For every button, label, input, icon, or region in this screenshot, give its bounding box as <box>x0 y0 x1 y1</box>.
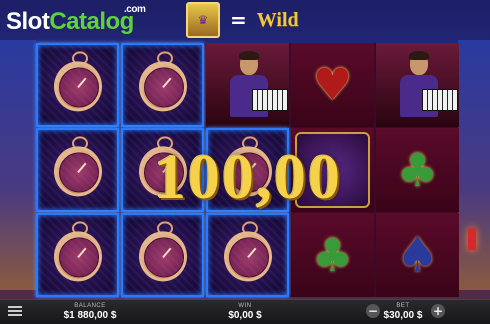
pianist-icon <box>212 49 288 121</box>
menu-icon[interactable] <box>8 306 22 317</box>
reel-cell-pocket-watch <box>206 213 289 297</box>
logo-slot-text: Slot <box>6 8 50 35</box>
wild-legend: ♛ = Wild <box>186 2 299 38</box>
background-left-scenery <box>0 40 36 290</box>
pocket-watch-icon <box>50 51 106 121</box>
spade-icon: ♠ <box>395 227 440 283</box>
reel-cell-pocket-watch <box>121 213 204 297</box>
reel-cell-pianist <box>206 43 289 127</box>
pocket-watch-icon <box>135 221 191 291</box>
reel-cell-pocket-watch <box>121 43 204 127</box>
pocket-watch-icon <box>220 221 276 291</box>
footer-bar: BALANCE $1 880,00 $ WIN $0,00 $ − BET $3… <box>0 299 490 324</box>
pianist-icon <box>382 49 458 121</box>
heart-icon: ♥ <box>312 59 353 111</box>
win-amount-overlay: 100,00 <box>154 141 342 212</box>
candle-light-decoration <box>468 228 476 250</box>
reel-cell-pianist <box>376 43 459 127</box>
reel-cell-spade: ♠ <box>376 213 459 297</box>
reel-cell-club: ♣ <box>291 213 374 297</box>
game-stage: SlotCatalog .com ♛ = Wild ♥ ♛ ♣ ♣ ♠ 100,… <box>0 0 490 324</box>
background-right-scenery <box>458 40 490 290</box>
reel-cell-heart: ♥ <box>291 43 374 127</box>
pocket-watch-icon <box>135 51 191 121</box>
balance-value: $1 880,00 $ <box>63 310 117 321</box>
reel-cell-pocket-watch <box>36 213 119 297</box>
win-display: WIN $0,00 $ <box>205 300 285 321</box>
club-icon: ♣ <box>311 228 354 282</box>
slotcatalog-logo: SlotCatalog .com <box>6 4 146 36</box>
pocket-watch-icon <box>50 221 106 291</box>
club-icon: ♣ <box>396 143 439 197</box>
win-value: $0,00 $ <box>228 310 262 321</box>
legend-wild-text: Wild <box>256 8 299 31</box>
legend-equals: = <box>230 8 247 32</box>
reel-cell-pocket-watch <box>36 43 119 127</box>
balance-label: BALANCE <box>74 303 106 309</box>
win-label: WIN <box>238 303 252 309</box>
logo-com-text: .com <box>124 4 146 15</box>
bet-increase-button[interactable]: + <box>431 304 445 318</box>
logo-catalog-text: Catalog <box>49 8 134 35</box>
wild-symbol-icon: ♛ <box>186 2 220 38</box>
balance-display: BALANCE $1 880,00 $ <box>50 300 130 321</box>
